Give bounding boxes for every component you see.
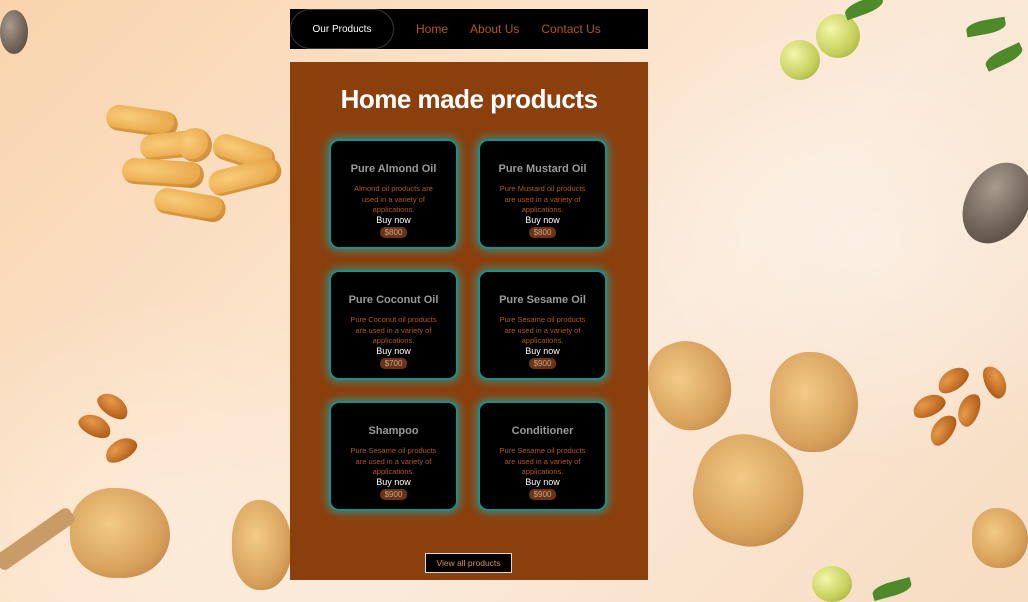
- peanut-image: [138, 128, 212, 162]
- price-badge: $800: [379, 227, 408, 238]
- leaf-image: [965, 16, 1007, 38]
- olive-image: [780, 40, 820, 80]
- olive-image: [816, 14, 860, 58]
- walnut-image: [637, 329, 743, 441]
- buy-now-link[interactable]: Buy now: [331, 477, 456, 487]
- almond-image: [909, 389, 949, 423]
- walnut-image: [972, 508, 1028, 568]
- peanut-image: [121, 157, 205, 189]
- peanut-image: [104, 103, 180, 139]
- peanut-image: [152, 185, 228, 225]
- product-card: Shampoo Pure Sesame oil products are use…: [329, 401, 458, 511]
- product-title: Shampoo: [368, 425, 419, 437]
- peanut-image: [178, 128, 212, 162]
- top-navbar: Our Products Home About Us Contact Us: [290, 9, 648, 49]
- product-description: Almond oil products are used in a variet…: [354, 184, 433, 214]
- leaf-image: [842, 0, 886, 21]
- product-description: Pure Mustard oil products are used in a …: [499, 184, 586, 214]
- price-badge: $900: [528, 489, 557, 500]
- product-card: Conditioner Pure Sesame oil products are…: [478, 401, 607, 511]
- walnut-image: [232, 500, 292, 590]
- walnut-image: [681, 423, 817, 559]
- almond-image: [93, 388, 133, 424]
- nav-our-products-button[interactable]: Our Products: [290, 9, 394, 49]
- price-badge: $700: [379, 358, 408, 369]
- product-card: Pure Coconut Oil Pure Coconut oil produc…: [329, 270, 458, 380]
- almond-image: [925, 410, 961, 450]
- leaf-image: [982, 42, 1026, 72]
- cinnamon-stick-image: [0, 505, 78, 573]
- view-all-products-button[interactable]: View all products: [425, 553, 512, 573]
- buy-now-link[interactable]: Buy now: [480, 215, 605, 225]
- product-title: Pure Almond Oil: [350, 163, 437, 175]
- product-card: Pure Mustard Oil Pure Mustard oil produc…: [478, 139, 607, 249]
- pecan-image: [948, 150, 1028, 256]
- price-badge: $900: [528, 358, 557, 369]
- almond-image: [978, 362, 1012, 402]
- price-badge: $800: [528, 227, 557, 238]
- product-card: Pure Almond Oil Almond oil products are …: [329, 139, 458, 249]
- products-panel: Home made products Pure Almond Oil Almon…: [290, 62, 648, 580]
- product-description: Pure Sesame oil products are used in a v…: [350, 446, 437, 476]
- product-description: Pure Sesame oil products are used in a v…: [499, 446, 586, 476]
- product-description: Pure Coconut oil products are used in a …: [350, 315, 437, 345]
- nav-about-link[interactable]: About Us: [470, 22, 519, 36]
- almond-image: [953, 390, 985, 430]
- leaf-image: [870, 577, 914, 601]
- nav-home-link[interactable]: Home: [416, 22, 448, 36]
- product-description: Pure Sesame oil products are used in a v…: [499, 315, 586, 345]
- olive-image: [812, 566, 852, 602]
- buy-now-link[interactable]: Buy now: [480, 477, 605, 487]
- product-title: Pure Mustard Oil: [498, 163, 587, 175]
- almond-image: [933, 362, 973, 398]
- almond-image: [101, 432, 141, 468]
- product-title: Conditioner: [511, 425, 574, 437]
- walnut-image: [770, 352, 858, 452]
- almond-image: [75, 409, 115, 443]
- peanut-image: [209, 130, 279, 176]
- buy-now-link[interactable]: Buy now: [480, 346, 605, 356]
- peanut-image: [205, 155, 285, 199]
- product-card: Pure Sesame Oil Pure Sesame oil products…: [478, 270, 607, 380]
- buy-now-link[interactable]: Buy now: [331, 215, 456, 225]
- price-badge: $900: [379, 489, 408, 500]
- product-title: Pure Sesame Oil: [499, 294, 586, 306]
- pecan-image: [0, 10, 28, 54]
- page-title: Home made products: [340, 84, 598, 114]
- walnut-image: [70, 488, 170, 578]
- buy-now-link[interactable]: Buy now: [331, 346, 456, 356]
- product-title: Pure Coconut Oil: [348, 294, 439, 306]
- nav-contact-link[interactable]: Contact Us: [541, 22, 600, 36]
